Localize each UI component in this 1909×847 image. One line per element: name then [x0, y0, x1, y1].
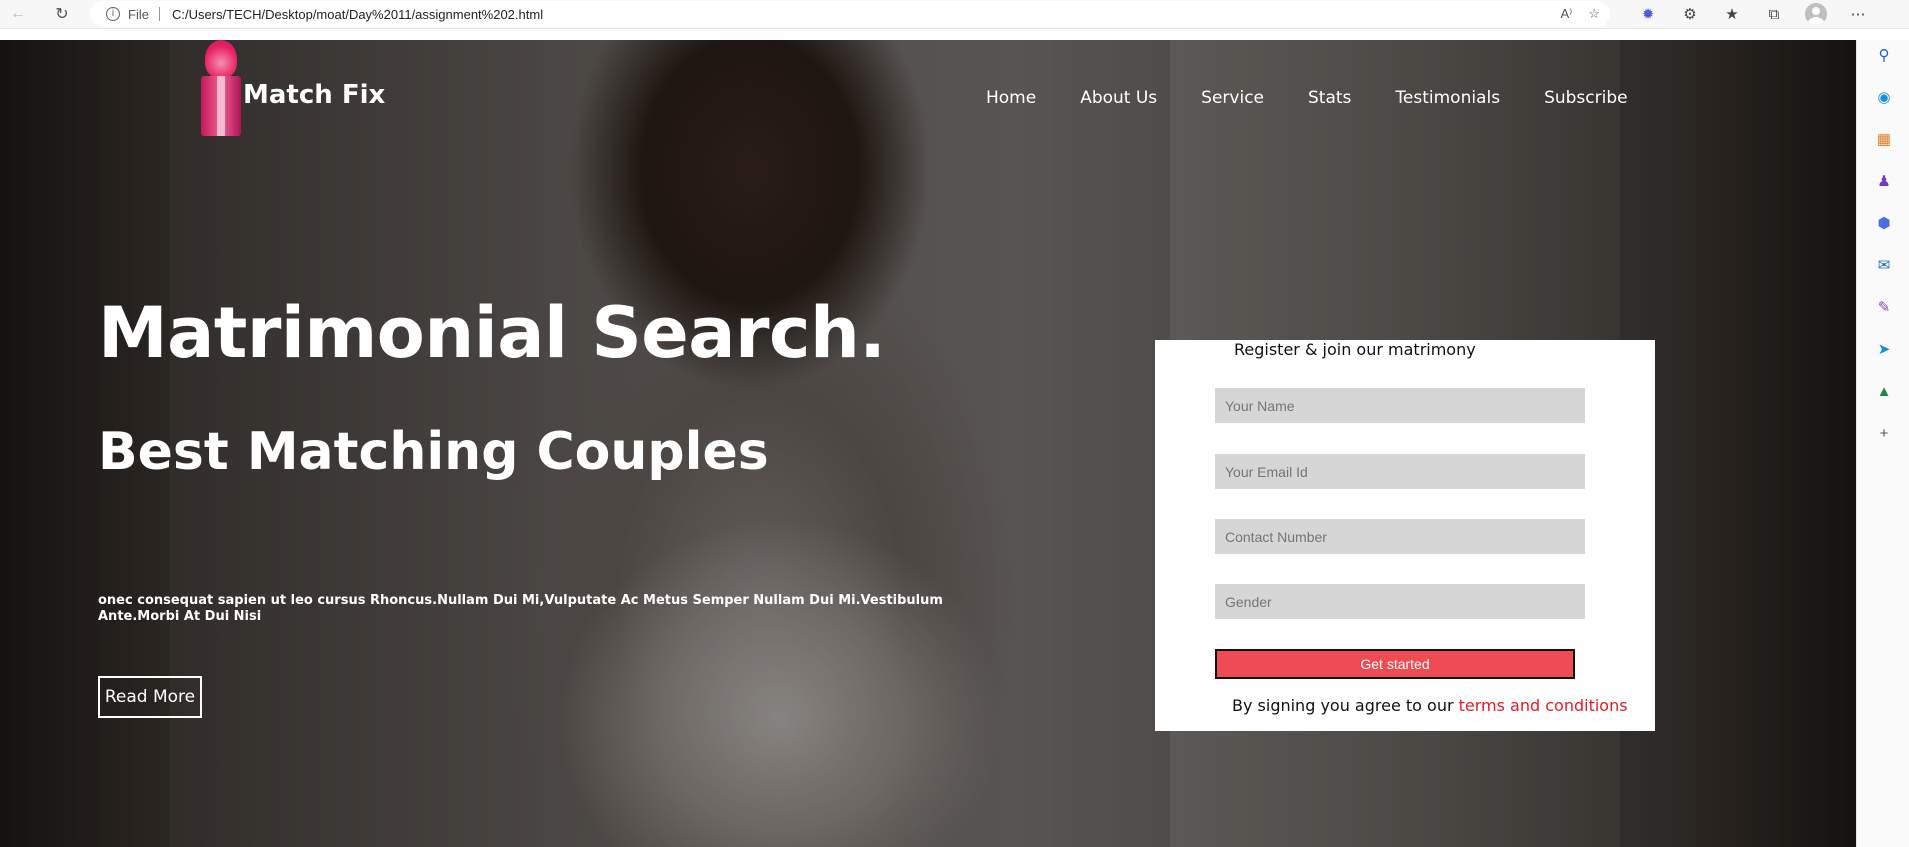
hero-subheadline: Best Matching Couples — [98, 422, 769, 482]
toolbar-icons: ✹ ⚙ ★ ⧉ ⋯ — [1637, 0, 1869, 28]
nav-stats[interactable]: Stats — [1308, 88, 1351, 108]
copilot-icon[interactable]: ✹ — [1637, 3, 1659, 25]
add-icon[interactable]: + — [1873, 422, 1895, 444]
info-icon[interactable]: i — [106, 7, 120, 21]
back-arrow-icon[interactable]: ← — [4, 0, 32, 28]
brand-name: Match Fix — [243, 80, 386, 110]
hero-headline: Matrimonial Search. — [98, 292, 886, 374]
terms-agreement: By signing you agree to our terms and co… — [1232, 696, 1628, 715]
favorites-add-icon[interactable]: ☆ — [1588, 6, 1600, 22]
form-title: Register & join our matrimony — [1234, 340, 1476, 359]
address-separator — [158, 7, 160, 21]
get-started-button[interactable]: Get started — [1215, 649, 1575, 679]
reload-icon[interactable]: ↻ — [48, 0, 76, 28]
bing-icon[interactable]: ◉ — [1873, 86, 1895, 108]
agree-text: By signing you agree to our — [1232, 696, 1459, 715]
profile-icon[interactable] — [1805, 3, 1827, 25]
send-icon[interactable]: ➤ — [1873, 338, 1895, 360]
read-more-button[interactable]: Read More — [98, 676, 202, 718]
extensions-icon[interactable]: ⚙ — [1679, 3, 1701, 25]
nav-home[interactable]: Home — [986, 88, 1036, 108]
main-nav: Home About Us Service Stats Testimonials… — [986, 88, 1672, 108]
contact-number-input[interactable] — [1215, 519, 1585, 554]
tools-icon[interactable]: ▦ — [1873, 128, 1895, 150]
gender-input[interactable] — [1215, 584, 1585, 619]
more-icon[interactable]: ⋯ — [1847, 3, 1869, 25]
browser-sidebar: ⚲ ◉ ▦ ♟ ⬢ ✉ ✎ ➤ ▲ + — [1856, 40, 1909, 847]
file-label: File — [128, 6, 149, 22]
browser-toolbar: ← ↻ i File C:/Users/TECH/Desktop/moat/Da… — [0, 0, 1909, 29]
nav-testimonials[interactable]: Testimonials — [1395, 88, 1500, 108]
outlook-icon[interactable]: ✉ — [1873, 254, 1895, 276]
terms-link[interactable]: terms and conditions — [1459, 696, 1628, 715]
office-icon[interactable]: ⬢ — [1873, 212, 1895, 234]
favorites-icon[interactable]: ★ — [1721, 3, 1743, 25]
games-icon[interactable]: ♟ — [1873, 170, 1895, 192]
read-aloud-icon[interactable]: A⁾ — [1560, 6, 1572, 22]
name-input[interactable] — [1215, 388, 1585, 423]
register-form: Register & join our matrimony Get starte… — [1155, 340, 1655, 731]
site-logo[interactable]: Match Fix — [197, 40, 385, 138]
gift-logo-icon — [197, 40, 243, 138]
nav-subscribe[interactable]: Subscribe — [1544, 88, 1628, 108]
nav-service[interactable]: Service — [1201, 88, 1264, 108]
url-text[interactable]: C:/Users/TECH/Desktop/moat/Day%2011/assi… — [172, 7, 543, 22]
hero-lead-text: onec consequat sapien ut leo cursus Rhon… — [98, 593, 943, 624]
tree-icon[interactable]: ▲ — [1873, 380, 1895, 402]
collections-icon[interactable]: ⧉ — [1763, 3, 1785, 25]
search-icon[interactable]: ⚲ — [1873, 44, 1895, 66]
address-actions: A⁾ ☆ — [1560, 6, 1600, 22]
nav-about-us[interactable]: About Us — [1080, 88, 1157, 108]
designer-icon[interactable]: ✎ — [1873, 296, 1895, 318]
email-input[interactable] — [1215, 454, 1585, 489]
address-bar[interactable]: i File C:/Users/TECH/Desktop/moat/Day%20… — [90, 1, 1610, 27]
